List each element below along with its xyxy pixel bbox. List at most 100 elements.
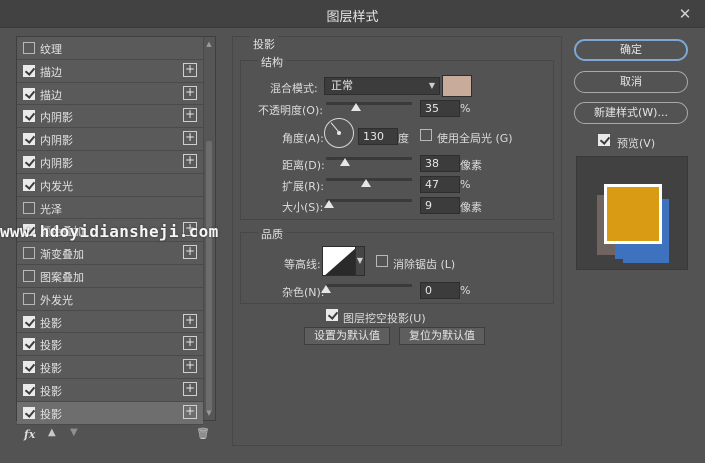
scroll-thumb[interactable] (206, 141, 212, 411)
angle-input[interactable]: 130 (358, 128, 398, 145)
style-checkbox[interactable] (23, 110, 35, 123)
style-checkbox[interactable] (23, 406, 35, 419)
style-checkbox[interactable] (23, 87, 35, 100)
add-icon[interactable]: + (183, 313, 197, 328)
style-item-5[interactable]: 内阴影 + (17, 151, 203, 174)
style-checkbox[interactable] (23, 338, 35, 351)
style-item-11[interactable]: 外发光 (17, 288, 203, 311)
add-icon[interactable]: + (183, 359, 197, 374)
slider-thumb[interactable] (323, 200, 334, 208)
style-checkbox[interactable] (23, 383, 35, 396)
style-checkbox[interactable] (23, 64, 35, 77)
add-icon[interactable]: + (183, 108, 197, 123)
scroll-down-icon[interactable]: ▼ (205, 409, 213, 417)
style-item-10[interactable]: 图案叠加 (17, 265, 203, 288)
blend-mode-value: 正常 (331, 79, 353, 92)
opacity-input[interactable]: 35 (420, 100, 460, 117)
style-list-panel: 纹理 描边 + 描边 + 内阴影 + 内阴影 + 内阴影 + 内发光 光泽 颜色叠加 + 渐变叠加 + 图案叠加外… (16, 36, 216, 425)
global-light-checkbox[interactable] (420, 129, 432, 141)
preview-label: 预览(V) (617, 137, 656, 150)
add-icon[interactable]: + (183, 245, 197, 260)
contour-curve-icon (325, 248, 355, 275)
style-item-1[interactable]: 描边 + (17, 60, 203, 83)
style-item-0[interactable]: 纹理 (17, 37, 203, 60)
style-checkbox[interactable] (23, 201, 35, 214)
angle-unit: 度 (398, 132, 409, 145)
add-icon[interactable]: + (183, 153, 197, 168)
close-icon[interactable]: ✕ (675, 4, 695, 24)
add-icon[interactable]: + (183, 62, 197, 77)
angle-dial[interactable] (324, 118, 354, 148)
noise-slider[interactable] (321, 282, 412, 293)
style-checkbox[interactable] (23, 42, 35, 54)
move-down-icon[interactable]: ▼ (70, 427, 78, 438)
style-item-8[interactable]: 颜色叠加 + (17, 219, 203, 243)
chevron-down-icon[interactable]: ▼ (355, 246, 365, 276)
style-item-2[interactable]: 描边 + (17, 83, 203, 106)
style-item-14[interactable]: 投影 + (17, 356, 203, 379)
style-item-7[interactable]: 光泽 (17, 197, 203, 220)
style-list-scrollbar[interactable]: ▲ ▼ (203, 37, 215, 420)
add-icon[interactable]: + (183, 131, 197, 146)
add-icon[interactable]: + (183, 85, 197, 100)
antialias-checkbox[interactable] (376, 255, 388, 267)
size-input[interactable]: 9 (420, 197, 460, 214)
cancel-button[interactable]: 取消 (574, 71, 688, 93)
style-item-9[interactable]: 渐变叠加 + (17, 242, 203, 265)
style-checkbox[interactable] (23, 361, 35, 374)
style-label: 投影 (40, 407, 62, 421)
style-checkbox[interactable] (23, 133, 35, 146)
blend-mode-select[interactable]: 正常 ▼ (324, 77, 440, 95)
spread-input[interactable]: 47 (420, 176, 460, 193)
size-label: 大小(S): (282, 201, 324, 214)
size-slider[interactable] (323, 197, 412, 208)
style-checkbox[interactable] (23, 155, 35, 168)
add-icon[interactable]: + (183, 336, 197, 351)
ok-button[interactable]: 确定 (574, 39, 688, 61)
opacity-slider[interactable] (326, 100, 412, 111)
style-checkbox[interactable] (23, 224, 35, 237)
style-item-13[interactable]: 投影 + (17, 333, 203, 357)
trash-icon[interactable]: 🗑 (196, 427, 210, 440)
slider-thumb[interactable] (321, 285, 331, 293)
contour-picker[interactable] (322, 246, 356, 276)
new-style-button[interactable]: 新建样式(W)... (574, 102, 688, 124)
style-checkbox[interactable] (23, 178, 35, 191)
style-item-4[interactable]: 内阴影 + (17, 128, 203, 151)
style-item-15[interactable]: 投影 + (17, 379, 203, 402)
style-checkbox[interactable] (23, 292, 35, 305)
add-icon[interactable]: + (183, 222, 197, 237)
style-checkbox[interactable] (23, 247, 35, 260)
fx-icon[interactable]: fx (24, 428, 35, 441)
preview-checkbox[interactable] (598, 134, 610, 146)
style-item-3[interactable]: 内阴影 + (17, 105, 203, 129)
slider-thumb[interactable] (351, 103, 362, 111)
knockout-checkbox[interactable] (326, 309, 338, 321)
style-checkbox[interactable] (23, 315, 35, 328)
style-item-6[interactable]: 内发光 (17, 174, 203, 197)
style-item-12[interactable]: 投影 + (17, 311, 203, 334)
style-item-16[interactable]: 投影 + (17, 401, 203, 425)
preview-front-layer (607, 187, 659, 241)
scroll-up-icon[interactable]: ▲ (205, 40, 213, 48)
spread-slider[interactable] (326, 176, 412, 187)
slider-thumb[interactable] (339, 158, 350, 166)
noise-input[interactable]: 0 (420, 282, 460, 299)
add-icon[interactable]: + (183, 404, 197, 419)
spread-unit: % (460, 178, 471, 191)
distance-slider[interactable] (326, 155, 412, 166)
style-label: 外发光 (40, 293, 73, 307)
slider-thumb[interactable] (361, 179, 372, 187)
set-default-button[interactable]: 设置为默认值 (304, 327, 390, 345)
dial-needle (330, 122, 340, 133)
shadow-color-swatch[interactable] (442, 75, 472, 97)
reset-default-button[interactable]: 复位为默认值 (399, 327, 485, 345)
add-icon[interactable]: + (183, 381, 197, 396)
style-label: 内发光 (40, 179, 73, 193)
size-unit: 像素 (460, 201, 482, 214)
chevron-down-icon: ▼ (428, 81, 435, 90)
distance-input[interactable]: 38 (420, 155, 460, 172)
style-checkbox[interactable] (23, 269, 35, 282)
angle-label: 角度(A): (282, 132, 324, 145)
move-up-icon[interactable]: ▲ (48, 427, 56, 438)
